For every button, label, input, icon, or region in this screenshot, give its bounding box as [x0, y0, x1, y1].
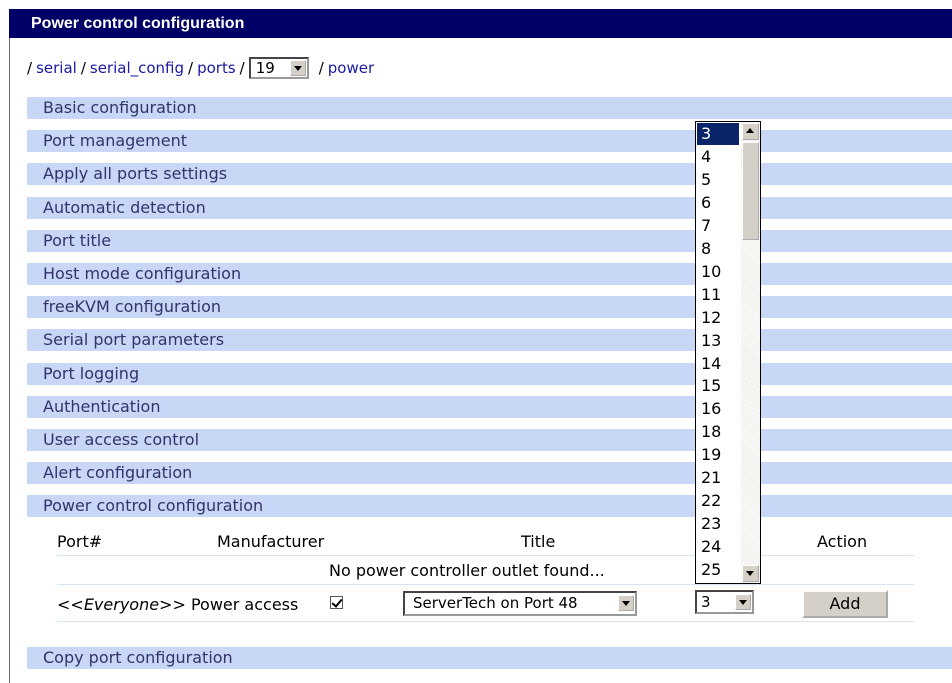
access-label: <<Everyone>> Power access	[57, 594, 298, 616]
outlet-option[interactable]: 8	[697, 238, 739, 260]
outlet-dropdown-list[interactable]: 3 4 5 6 7 8 10 11 12 13 14 15 16 18 19 21 22 23 24 25	[695, 121, 761, 584]
outlet-option[interactable]: 12	[697, 307, 739, 329]
power-access-label: Power access	[185, 595, 299, 614]
outlet-option[interactable]: 15	[697, 375, 739, 397]
frame-border	[9, 38, 10, 683]
section-power-control-configuration[interactable]: Power control configuration	[27, 495, 952, 518]
outlet-option[interactable]: 21	[697, 467, 739, 489]
dropdown-scrollbar[interactable]	[741, 122, 760, 583]
column-header-title: Title	[521, 532, 556, 551]
outlet-option[interactable]: 4	[697, 146, 739, 168]
section-user-access-control[interactable]: User access control	[27, 429, 952, 451]
power-access-checkbox[interactable]	[330, 596, 343, 609]
chevron-down-icon[interactable]	[735, 594, 751, 610]
breadcrumb-separator: /	[80, 59, 86, 77]
breadcrumb-separator: /	[318, 59, 324, 77]
section-automatic-detection[interactable]: Automatic detection	[27, 196, 952, 219]
column-header-action: Action	[817, 532, 868, 551]
scroll-thumb[interactable]	[742, 142, 759, 240]
section-basic-configuration[interactable]: Basic configuration	[27, 97, 952, 119]
port-select-value: 19	[255, 59, 275, 77]
outlet-option[interactable]: 3	[697, 123, 739, 145]
column-header-port: Port#	[57, 532, 103, 551]
breadcrumb-serial[interactable]: serial	[36, 59, 77, 77]
breadcrumb-serial-config[interactable]: serial_config	[90, 59, 184, 77]
section-freekvm-configuration[interactable]: freeKVM configuration	[27, 296, 952, 319]
outlet-option[interactable]: 19	[697, 444, 739, 466]
empty-message: No power controller outlet found...	[329, 561, 605, 580]
table-divider	[57, 555, 914, 556]
section-port-management[interactable]: Port management	[27, 130, 952, 153]
section-authentication[interactable]: Authentication	[27, 395, 952, 418]
section-port-title[interactable]: Port title	[27, 229, 952, 252]
breadcrumb-separator: /	[188, 59, 194, 77]
scroll-up-icon[interactable]	[742, 123, 759, 140]
add-button[interactable]: Add	[802, 590, 888, 618]
page-title: Power control configuration	[9, 9, 952, 38]
controller-select-value: ServerTech on Port 48	[413, 594, 578, 612]
outlet-option[interactable]: 10	[697, 261, 739, 283]
section-serial-port-parameters[interactable]: Serial port parameters	[27, 329, 952, 352]
outlet-option[interactable]: 16	[697, 398, 739, 420]
breadcrumb-separator: /	[27, 59, 33, 77]
breadcrumb-power[interactable]: power	[328, 59, 374, 77]
breadcrumb: / serial / serial_config / ports / 19 / …	[27, 56, 374, 80]
outlet-option[interactable]: 22	[697, 490, 739, 512]
outlet-option[interactable]: 7	[697, 215, 739, 237]
outlet-option[interactable]: 18	[697, 421, 739, 443]
port-select[interactable]: 19	[248, 57, 309, 79]
section-host-mode-configuration[interactable]: Host mode configuration	[27, 263, 952, 285]
outlet-option[interactable]: 24	[697, 536, 739, 558]
table-divider	[57, 621, 914, 622]
section-apply-all-ports-settings[interactable]: Apply all ports settings	[27, 163, 952, 186]
outlet-option[interactable]: 5	[697, 169, 739, 191]
section-alert-configuration[interactable]: Alert configuration	[27, 462, 952, 485]
breadcrumb-ports[interactable]: ports	[197, 59, 236, 77]
outlet-option[interactable]: 23	[697, 513, 739, 535]
breadcrumb-separator: /	[239, 59, 245, 77]
outlet-select-value: 3	[701, 593, 711, 611]
everyone-label: <<Everyone>>	[57, 595, 186, 614]
section-copy-port-configuration[interactable]: Copy port configuration	[27, 647, 952, 669]
outlet-option[interactable]: 25	[697, 559, 739, 581]
section-port-logging[interactable]: Port logging	[27, 362, 952, 385]
outlet-option[interactable]: 6	[697, 192, 739, 214]
chevron-down-icon[interactable]	[289, 60, 306, 76]
outlet-select[interactable]: 3	[695, 590, 754, 614]
table-divider	[57, 584, 914, 585]
outlet-option[interactable]: 14	[697, 353, 739, 375]
controller-select[interactable]: ServerTech on Port 48	[403, 591, 637, 616]
outlet-option[interactable]: 13	[697, 330, 739, 352]
outlet-option[interactable]: 11	[697, 284, 739, 306]
column-header-manufacturer: Manufacturer	[217, 532, 325, 551]
scroll-down-icon[interactable]	[742, 565, 759, 582]
chevron-down-icon[interactable]	[618, 595, 634, 611]
